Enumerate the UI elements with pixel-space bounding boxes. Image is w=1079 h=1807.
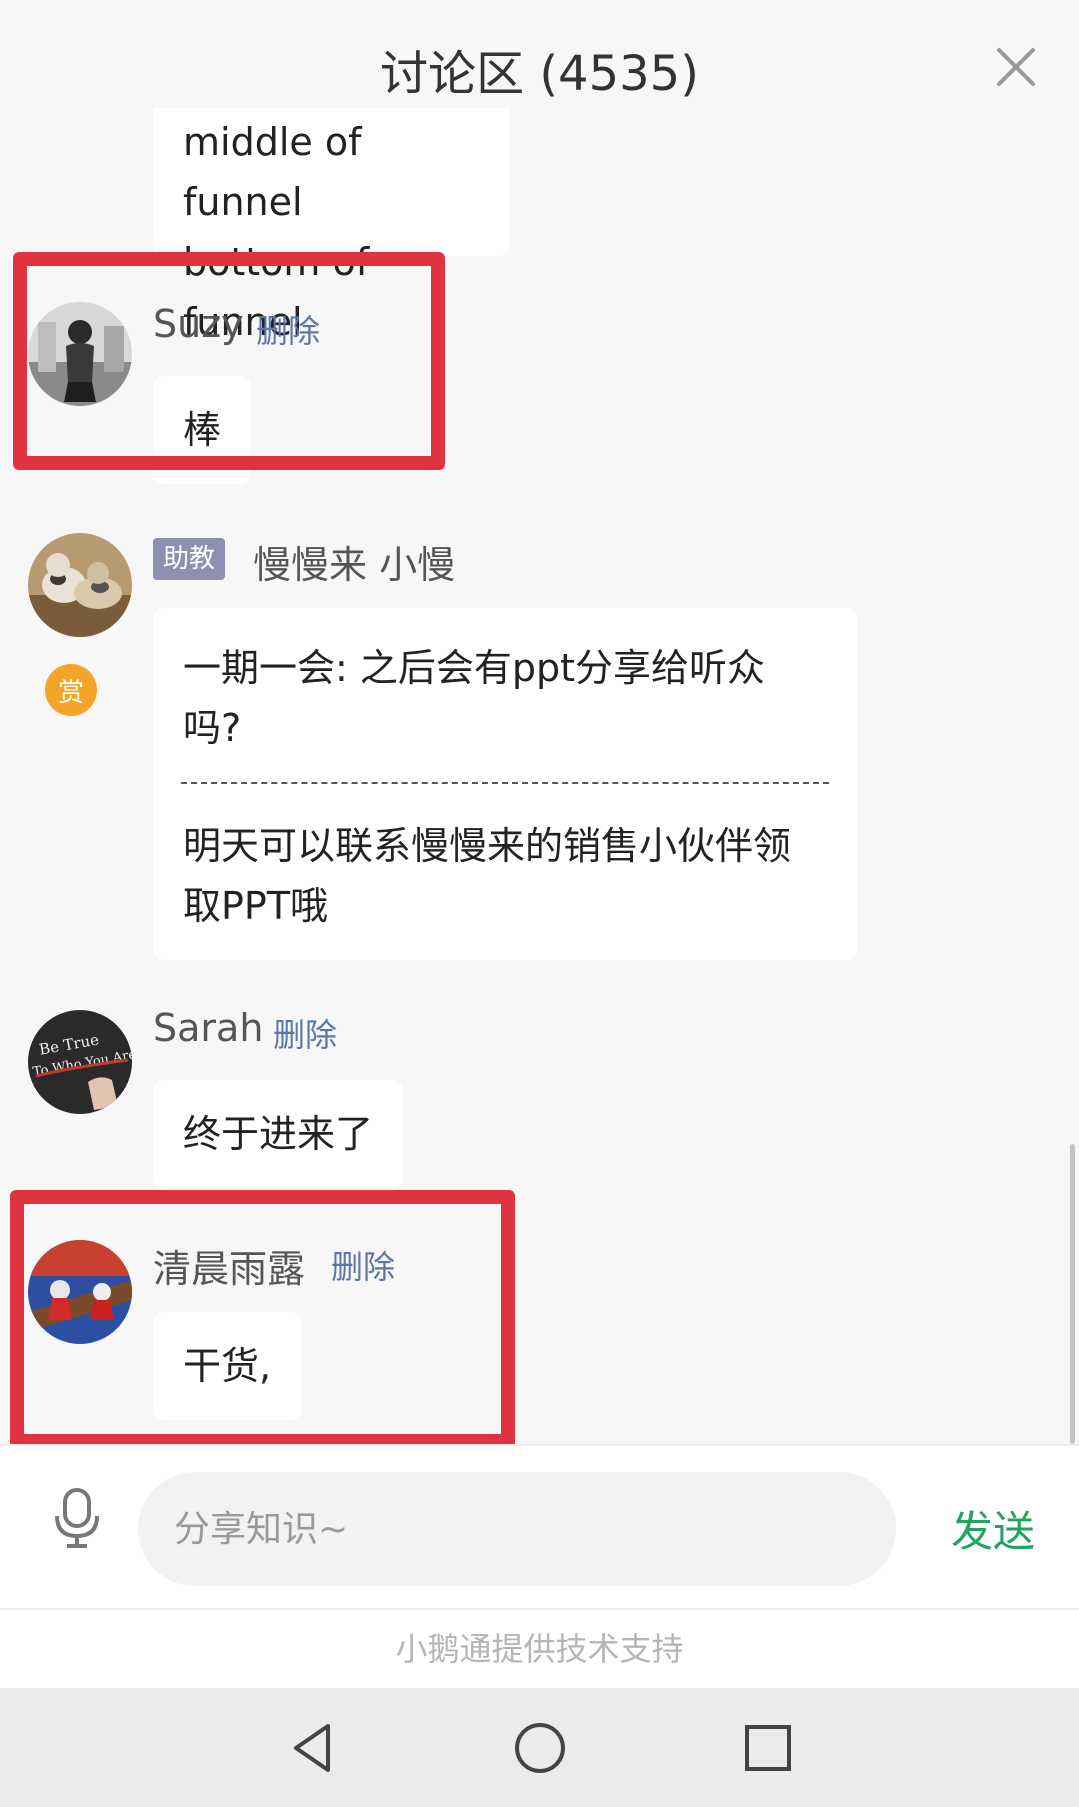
message-bubble: 一期一会: 之后会有ppt分享给听众 吗? 明天可以联系慢慢来的销售小伙伴领 取…: [153, 608, 857, 960]
message-bubble: 终于进来了: [153, 1080, 404, 1188]
message-line: middle of funnel: [183, 120, 362, 224]
highlight-box: [10, 1190, 515, 1444]
system-nav-bar: [0, 1688, 1079, 1807]
scrollbar[interactable]: [1070, 1144, 1075, 1444]
answer-line: 取PPT哦: [183, 884, 329, 928]
message-list[interactable]: middle of funnel bottom of funnel Suzy 删…: [0, 108, 1079, 1444]
message-bubble: middle of funnel bottom of funnel: [153, 108, 509, 344]
recents-square-icon: [745, 1725, 791, 1771]
close-icon: [997, 48, 1035, 86]
page-title: 讨论区 (4535): [380, 46, 699, 102]
delete-link[interactable]: 删除: [273, 1010, 337, 1056]
answer-line: 明天可以联系慢慢来的销售小伙伴领: [183, 824, 792, 868]
home-circle-icon: [515, 1723, 565, 1773]
avatar[interactable]: Be True To Who You Are: [28, 1010, 132, 1114]
reply-divider: [181, 782, 829, 784]
highlight-box: [13, 252, 445, 470]
close-button[interactable]: [993, 44, 1039, 90]
message-input[interactable]: [138, 1472, 896, 1586]
back-triangle-icon: [294, 1724, 330, 1772]
reward-badge[interactable]: 赏: [45, 664, 97, 716]
send-button[interactable]: 发送: [951, 1498, 1035, 1559]
username: 慢慢来 小慢: [253, 543, 456, 587]
powered-by-footer: 小鹅通提供技术支持: [0, 1608, 1079, 1688]
home-button[interactable]: [510, 1718, 570, 1778]
username: Sarah: [153, 1006, 264, 1050]
assistant-badge: 助教: [153, 538, 226, 580]
microphone-icon[interactable]: [52, 1486, 102, 1550]
composer: 发送: [0, 1444, 1079, 1608]
avatar[interactable]: [28, 533, 132, 637]
message-text: 终于进来了: [183, 1112, 374, 1156]
question-line: 一期一会: 之后会有ppt分享给听众: [183, 646, 766, 690]
back-button[interactable]: [282, 1718, 342, 1778]
question-line: 吗?: [183, 706, 242, 750]
recents-button[interactable]: [738, 1718, 798, 1778]
